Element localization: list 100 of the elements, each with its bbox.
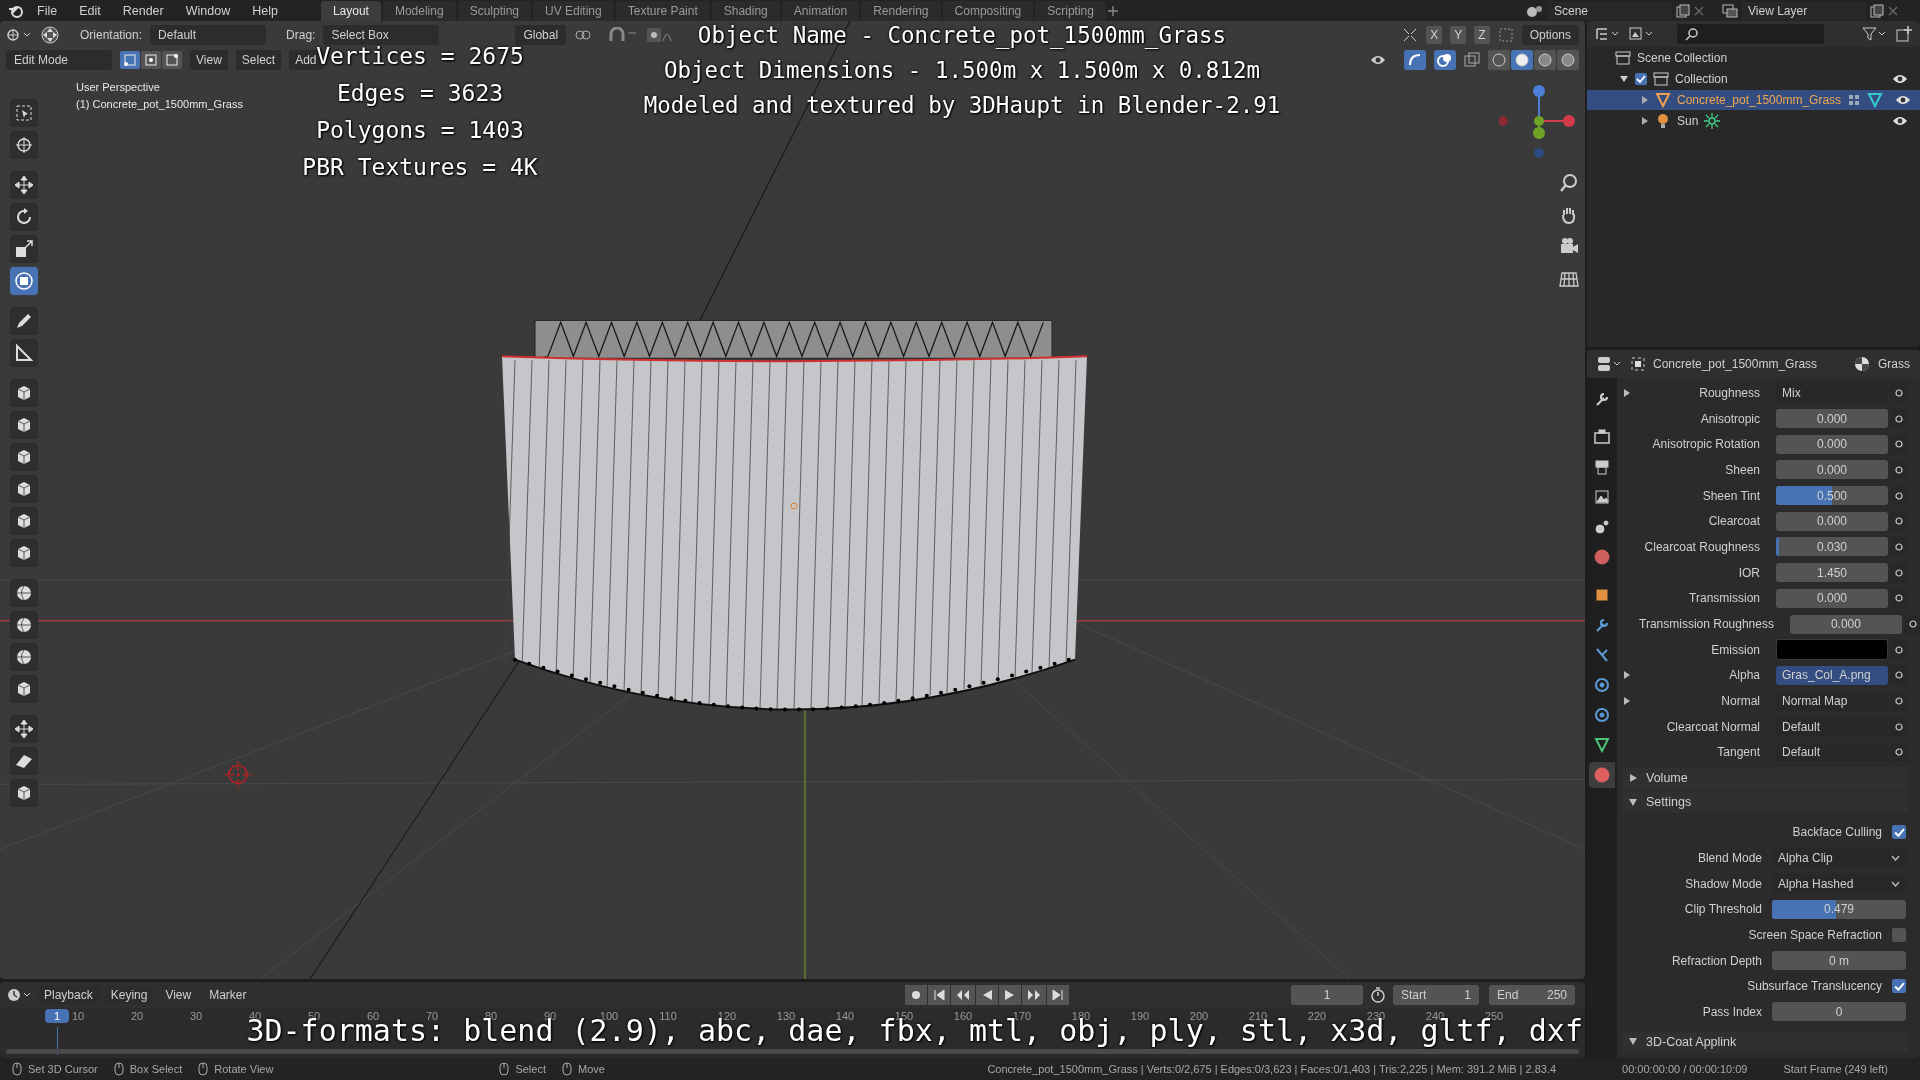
- link-field[interactable]: Gras_Col_A.png: [1776, 665, 1888, 685]
- workspace-tab[interactable]: Texture Paint: [615, 0, 710, 21]
- frame-number: 20: [129, 1010, 145, 1022]
- scene-field[interactable]: Scene: [1548, 1, 1672, 20]
- property-label: Transmission Roughness: [1639, 617, 1775, 632]
- value-slider[interactable]: 0.030: [1776, 537, 1888, 557]
- menu-item[interactable]: File: [28, 3, 67, 18]
- property-label: Blend Mode: [1697, 850, 1762, 865]
- workspace-tab[interactable]: Scripting: [1035, 0, 1106, 21]
- workspace-tab[interactable]: Animation: [781, 0, 860, 21]
- menu-item[interactable]: Edit: [70, 3, 110, 18]
- link-field[interactable]: Default: [1776, 742, 1888, 762]
- property-label: Sheen Tint: [1701, 488, 1761, 503]
- frame-number: 30: [188, 1010, 204, 1022]
- end-frame-field[interactable]: End 250: [1489, 985, 1575, 1005]
- axis-toggle[interactable]: X: [1426, 26, 1443, 44]
- number-field[interactable]: 1.450: [1776, 563, 1888, 583]
- outliner-item[interactable]: Sun: [1677, 114, 1699, 128]
- link-field[interactable]: Mix: [1776, 383, 1888, 403]
- property-label: Roughness: [1698, 385, 1761, 400]
- frame-number: 10: [70, 1010, 86, 1022]
- object-label: (1) Concrete_pot_1500mm_Grass: [76, 98, 243, 110]
- panel-header[interactable]: 3D-Coat Applink: [1623, 1030, 1908, 1053]
- outliner-row[interactable]: Sun: [1587, 111, 1920, 131]
- panel-header[interactable]: Volume: [1623, 767, 1908, 790]
- value-slider[interactable]: 0.000: [1776, 409, 1888, 429]
- property-label: Clearcoat: [1707, 514, 1761, 529]
- outliner-item[interactable]: Collection: [1675, 72, 1728, 86]
- playhead[interactable]: 1: [45, 1009, 69, 1023]
- status-hint: Rotate View: [214, 1063, 274, 1075]
- timeline-menu[interactable]: View: [159, 986, 198, 1004]
- outliner-row[interactable]: Concrete_pot_1500mm_Grass: [1587, 90, 1920, 110]
- workspace-tab[interactable]: Shading: [711, 0, 780, 21]
- workspace-tab[interactable]: Sculpting: [457, 0, 531, 21]
- overlay-caption: Object Dimensions - 1.500m x 1.500m x 0.812m: [664, 57, 1260, 83]
- outliner-item[interactable]: Scene Collection: [1637, 51, 1728, 65]
- property-label: Anisotropic: [1699, 411, 1761, 426]
- menu-item[interactable]: Window: [176, 3, 240, 18]
- frame-number: 220: [1306, 1010, 1328, 1022]
- property-label: Pass Index: [1702, 1004, 1762, 1019]
- outliner-item[interactable]: Concrete_pot_1500mm_Grass: [1677, 93, 1842, 107]
- overlay-caption: Modeled and textured by 3DHaupt in Blender-2.91: [643, 92, 1281, 118]
- timeline-menu[interactable]: Marker: [203, 986, 253, 1004]
- frame-number: 160: [952, 1010, 973, 1022]
- property-label: Clearcoat Roughness: [1643, 539, 1761, 554]
- material-name: Grass: [1878, 357, 1910, 371]
- menu-item[interactable]: Help: [243, 3, 287, 18]
- workspace-tab[interactable]: Compositing: [942, 0, 1034, 21]
- workspace-tab[interactable]: Layout: [320, 0, 381, 21]
- viewport-menu[interactable]: Select: [235, 50, 282, 70]
- property-label: Transmission: [1688, 591, 1761, 606]
- dropdown[interactable]: Alpha Clip: [1772, 848, 1906, 868]
- start-frame-field[interactable]: Start 1: [1393, 985, 1479, 1005]
- status-hint: Box Select: [129, 1063, 183, 1075]
- options-dropdown[interactable]: Options: [1521, 25, 1579, 45]
- drag-label: Drag:: [286, 28, 316, 42]
- link-field[interactable]: Normal Map: [1776, 691, 1888, 711]
- value-slider[interactable]: 0.000: [1776, 511, 1888, 531]
- workspace-tab[interactable]: Rendering: [861, 0, 941, 21]
- value-slider[interactable]: 0.000: [1776, 460, 1888, 480]
- panel-title: Settings: [1646, 795, 1692, 810]
- timeline-menu[interactable]: Playback: [38, 986, 99, 1004]
- property-label: Tangent: [1716, 745, 1761, 760]
- workspace-tab[interactable]: UV Editing: [533, 0, 614, 21]
- frame-info: Start Frame (249 left): [1783, 1063, 1888, 1075]
- property-label: Normal: [1720, 694, 1761, 709]
- viewport-menu[interactable]: View: [190, 50, 228, 70]
- status-hint: Select: [515, 1063, 546, 1075]
- number-field[interactable]: 0 m: [1772, 951, 1906, 971]
- overlay-caption: Polygons = 1403: [316, 117, 524, 143]
- property-label: Alpha: [1728, 668, 1761, 683]
- dropdown[interactable]: Alpha Hashed: [1772, 874, 1906, 894]
- workspace-tab[interactable]: Modeling: [382, 0, 456, 21]
- timeline-menu[interactable]: Keying: [104, 986, 154, 1004]
- panel-title: Volume: [1646, 771, 1688, 786]
- number-field[interactable]: 0: [1772, 1002, 1906, 1022]
- value-slider[interactable]: 0.000: [1789, 614, 1902, 634]
- frame-number: 110: [659, 1010, 678, 1022]
- orientation-dropdown[interactable]: Default: [150, 25, 267, 45]
- panel-header[interactable]: Settings: [1623, 791, 1908, 814]
- menu-item[interactable]: Render: [113, 3, 173, 18]
- value-slider[interactable]: 0.000: [1776, 434, 1888, 454]
- value-slider[interactable]: 0.000: [1776, 588, 1888, 608]
- axis-toggle[interactable]: Y: [1450, 26, 1467, 44]
- frame-number: 130: [775, 1010, 796, 1022]
- transform-orientation-dropdown[interactable]: Global: [515, 25, 567, 45]
- orientation-label: Orientation:: [80, 28, 143, 42]
- checkbox-label: Screen Space Refraction: [1748, 927, 1882, 942]
- overlay-caption: PBR Textures = 4K: [302, 154, 538, 180]
- status-hint: Set 3D Cursor: [28, 1063, 98, 1075]
- frame-number: 200: [1189, 1010, 1209, 1022]
- panel-title: 3D-Coat Applink: [1646, 1034, 1737, 1049]
- property-label: Clip Threshold: [1684, 902, 1762, 917]
- current-frame-field[interactable]: 1: [1291, 985, 1363, 1005]
- mode-dropdown[interactable]: Edit Mode: [6, 50, 112, 70]
- property-label: Shadow Mode: [1685, 876, 1762, 891]
- axis-toggle[interactable]: Z: [1474, 26, 1490, 44]
- drag-dropdown[interactable]: Select Box: [323, 25, 440, 45]
- view-layer-field[interactable]: View Layer: [1742, 1, 1866, 20]
- link-field[interactable]: Default: [1776, 717, 1888, 737]
